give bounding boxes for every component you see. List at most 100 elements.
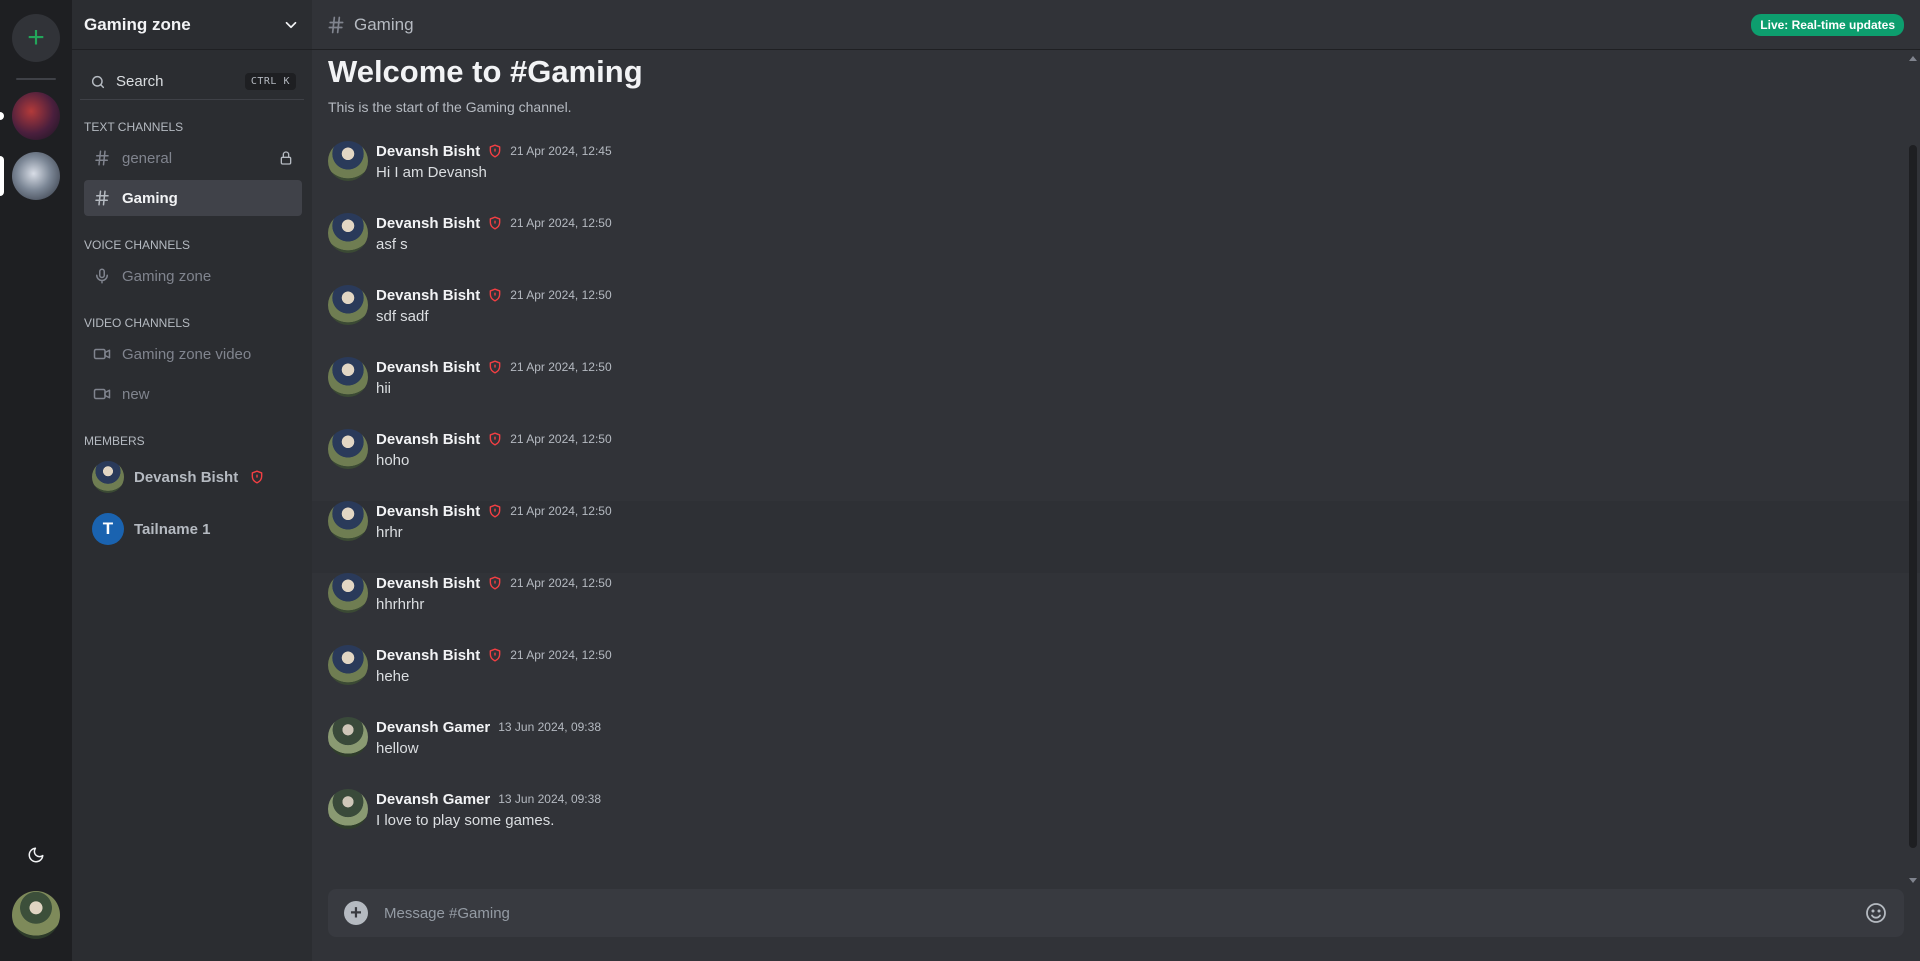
avatar[interactable] bbox=[328, 141, 368, 181]
smiley-icon bbox=[1866, 903, 1886, 923]
message-author[interactable]: Devansh Bisht bbox=[376, 503, 480, 520]
shield-icon bbox=[488, 144, 502, 158]
scroll-down-arrow[interactable] bbox=[1909, 878, 1917, 883]
message-timestamp: 21 Apr 2024, 12:50 bbox=[510, 360, 612, 374]
message-list[interactable]: Welcome to #Gaming This is the start of … bbox=[312, 50, 1920, 889]
message-meta: Devansh Bisht 21 Apr 2024, 12:50 bbox=[376, 429, 612, 449]
message-body: Devansh Bisht 21 Apr 2024, 12:50 sdf sad… bbox=[376, 285, 612, 326]
message-body: Devansh Gamer 13 Jun 2024, 09:38 hellow bbox=[376, 717, 601, 758]
channel-name: Gaming zone bbox=[122, 267, 212, 285]
message-item[interactable]: Devansh Bisht 21 Apr 2024, 12:50 hrhr bbox=[312, 501, 1920, 573]
member-name: Devansh Bisht bbox=[134, 468, 239, 486]
message-text: asf s bbox=[376, 236, 408, 253]
message-item[interactable]: Devansh Gamer 13 Jun 2024, 09:38 I love … bbox=[312, 789, 1920, 861]
member-name: Tailname 1 bbox=[134, 520, 211, 538]
theme-toggle-button[interactable] bbox=[18, 837, 54, 873]
message-item[interactable]: Devansh Bisht 21 Apr 2024, 12:50 hehe bbox=[312, 645, 1920, 717]
hash-icon bbox=[92, 149, 112, 167]
avatar bbox=[92, 461, 124, 493]
message-composer: + bbox=[328, 889, 1904, 937]
chevron-down-icon bbox=[285, 21, 297, 28]
live-status-badge: Live: Real-time updates bbox=[1751, 13, 1904, 36]
scrollbar-thumb[interactable] bbox=[1909, 145, 1917, 848]
channel-voice-gaming-zone[interactable]: Gaming zone bbox=[84, 258, 302, 294]
shield-icon bbox=[488, 576, 502, 590]
user-avatar[interactable] bbox=[12, 891, 60, 939]
message-author[interactable]: Devansh Bisht bbox=[376, 359, 480, 376]
message-body: Devansh Bisht 21 Apr 2024, 12:50 hoho bbox=[376, 429, 612, 470]
message-meta: Devansh Bisht 21 Apr 2024, 12:50 bbox=[376, 645, 612, 665]
emoji-button[interactable] bbox=[1864, 901, 1888, 925]
scroll-up-arrow[interactable] bbox=[1909, 56, 1917, 61]
channel-gaming[interactable]: Gaming bbox=[84, 180, 302, 216]
message-item[interactable]: Devansh Bisht 21 Apr 2024, 12:50 hoho bbox=[312, 429, 1920, 501]
server-header[interactable]: Gaming zone bbox=[72, 0, 312, 50]
message-item[interactable]: Devansh Bisht 21 Apr 2024, 12:50 hhrhrhr bbox=[312, 573, 1920, 645]
server-active-indicator bbox=[0, 156, 4, 196]
member-tailname-1[interactable]: T Tailname 1 bbox=[84, 506, 302, 552]
avatar[interactable] bbox=[328, 501, 368, 541]
message-author[interactable]: Devansh Bisht bbox=[376, 647, 480, 664]
server-rail: + bbox=[0, 0, 72, 961]
welcome-subtitle: This is the start of the Gaming channel. bbox=[328, 99, 572, 115]
message-author[interactable]: Devansh Gamer bbox=[376, 791, 490, 808]
avatar[interactable] bbox=[328, 429, 368, 469]
search-button[interactable]: Search CTRL K bbox=[80, 64, 304, 100]
video-icon bbox=[92, 385, 112, 403]
search-label: Search bbox=[116, 73, 164, 90]
search-shortcut: CTRL K bbox=[244, 73, 296, 90]
avatar[interactable] bbox=[328, 213, 368, 253]
avatar[interactable] bbox=[328, 645, 368, 685]
composer-area: + bbox=[312, 889, 1920, 961]
avatar[interactable] bbox=[328, 285, 368, 325]
avatar[interactable] bbox=[328, 717, 368, 757]
avatar[interactable] bbox=[328, 357, 368, 397]
message-author[interactable]: Devansh Bisht bbox=[376, 575, 480, 592]
plus-icon: + bbox=[27, 21, 45, 54]
voice-channels-heading: VOICE CHANNELS bbox=[84, 238, 191, 252]
message-body: Devansh Bisht 21 Apr 2024, 12:50 hii bbox=[376, 357, 612, 398]
message-meta: Devansh Gamer 13 Jun 2024, 09:38 bbox=[376, 789, 601, 809]
message-item[interactable]: Devansh Bisht 21 Apr 2024, 12:45 Hi I am… bbox=[312, 141, 1920, 213]
message-timestamp: 21 Apr 2024, 12:50 bbox=[510, 576, 612, 590]
message-author[interactable]: Devansh Bisht bbox=[376, 215, 480, 232]
message-timestamp: 21 Apr 2024, 12:50 bbox=[510, 504, 612, 518]
message-text: hellow bbox=[376, 740, 419, 757]
message-author[interactable]: Devansh Bisht bbox=[376, 287, 480, 304]
member-devansh-bisht[interactable]: Devansh Bisht bbox=[84, 454, 302, 500]
message-text: hhrhrhr bbox=[376, 596, 425, 613]
server-icon-2[interactable] bbox=[0, 152, 60, 200]
add-server-button[interactable]: + bbox=[12, 14, 60, 62]
avatar-initial: T bbox=[102, 519, 114, 538]
attach-button[interactable]: + bbox=[344, 901, 368, 925]
message-timestamp: 13 Jun 2024, 09:38 bbox=[498, 720, 601, 734]
message-timestamp: 21 Apr 2024, 12:45 bbox=[510, 144, 612, 158]
message-input[interactable] bbox=[384, 904, 1864, 922]
channel-name: general bbox=[122, 149, 173, 167]
channel-header: Gaming Live: Real-time updates bbox=[312, 0, 1920, 50]
avatar[interactable] bbox=[328, 573, 368, 613]
message-meta: Devansh Bisht 21 Apr 2024, 12:45 bbox=[376, 141, 612, 161]
plus-circle-icon: + bbox=[350, 902, 362, 924]
message-item[interactable]: Devansh Gamer 13 Jun 2024, 09:38 hellow bbox=[312, 717, 1920, 789]
channel-video-gaming-zone-video[interactable]: Gaming zone video bbox=[84, 336, 302, 372]
message-item[interactable]: Devansh Bisht 21 Apr 2024, 12:50 hii bbox=[312, 357, 1920, 429]
message-meta: Devansh Bisht 21 Apr 2024, 12:50 bbox=[376, 213, 612, 233]
hash-icon bbox=[92, 189, 112, 207]
message-author[interactable]: Devansh Bisht bbox=[376, 431, 480, 448]
hash-icon bbox=[328, 16, 344, 33]
message-item[interactable]: Devansh Bisht 21 Apr 2024, 12:50 asf s bbox=[312, 213, 1920, 285]
message-meta: Devansh Gamer 13 Jun 2024, 09:38 bbox=[376, 717, 601, 737]
message-author[interactable]: Devansh Gamer bbox=[376, 719, 490, 736]
video-channels-heading: VIDEO CHANNELS bbox=[84, 316, 191, 330]
message-body: Devansh Bisht 21 Apr 2024, 12:50 hhrhrhr bbox=[376, 573, 612, 614]
avatar[interactable] bbox=[328, 789, 368, 829]
message-author[interactable]: Devansh Bisht bbox=[376, 143, 480, 160]
message-timestamp: 21 Apr 2024, 12:50 bbox=[510, 216, 612, 230]
welcome-banner: Welcome to #Gaming This is the start of … bbox=[312, 50, 1920, 115]
message-item[interactable]: Devansh Bisht 21 Apr 2024, 12:50 sdf sad… bbox=[312, 285, 1920, 357]
server-icon-1[interactable] bbox=[0, 92, 60, 140]
message-scrollbar[interactable] bbox=[1906, 50, 1920, 889]
channel-video-new[interactable]: new bbox=[84, 376, 302, 412]
channel-general[interactable]: general bbox=[84, 140, 302, 176]
